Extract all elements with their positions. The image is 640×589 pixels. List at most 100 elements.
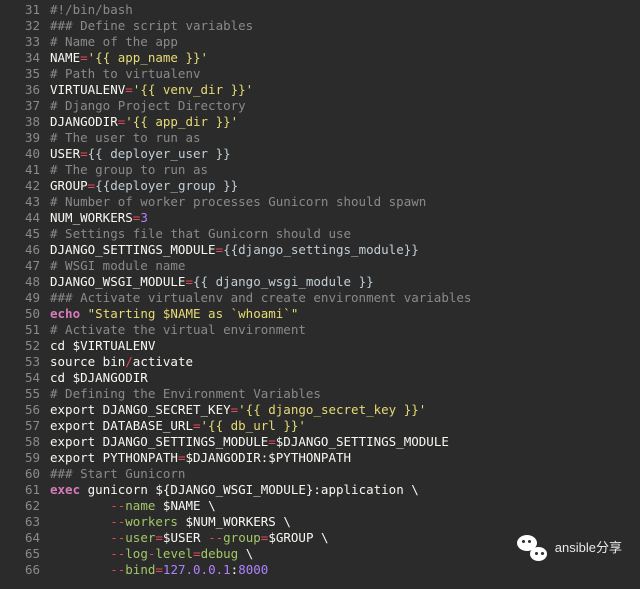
code-token: # The user to run as — [50, 130, 201, 145]
code-token: '{{ django_secret_key }}' — [238, 402, 426, 417]
line-number: 64 — [0, 530, 40, 546]
code-token: = — [268, 434, 276, 449]
code-token: ### Activate virtualenv and create envir… — [50, 290, 471, 305]
code-line: source bin/activate — [50, 354, 640, 370]
code-line: DJANGO_SETTINGS_MODULE={{django_settings… — [50, 242, 640, 258]
line-number: 36 — [0, 82, 40, 98]
code-token: bind — [125, 562, 155, 577]
code-line: # The group to run as — [50, 162, 640, 178]
code-token: # Number of worker processes Gunicorn sh… — [50, 194, 426, 209]
code-token — [50, 546, 110, 561]
line-number: 66 — [0, 562, 40, 578]
line-number: 52 — [0, 338, 40, 354]
code-token: # Django Project Directory — [50, 98, 246, 113]
code-token: VIRTUALENV — [50, 82, 125, 97]
code-token: = — [80, 50, 88, 65]
code-line: # Number of worker processes Gunicorn sh… — [50, 194, 640, 210]
code-line: --bind=127.0.0.1:8000 — [50, 562, 640, 578]
code-token: echo — [50, 306, 88, 321]
line-number: 48 — [0, 274, 40, 290]
code-token: # Activate the virtual environment — [50, 322, 306, 337]
code-line: #!/bin/bash — [50, 2, 640, 18]
code-line: # Path to virtualenv — [50, 66, 640, 82]
code-line: ### Activate virtualenv and create envir… — [50, 290, 640, 306]
code-token: -- — [110, 498, 125, 513]
code-token: NUM_WORKERS — [50, 210, 133, 225]
code-line: # Activate the virtual environment — [50, 322, 640, 338]
code-token: \ — [238, 546, 253, 561]
code-area: #!/bin/bash### Define script variables # … — [50, 2, 640, 578]
code-line: ### Define script variables — [50, 18, 640, 34]
code-token: = — [193, 418, 201, 433]
code-token: $NAME \ — [155, 498, 215, 513]
line-number: 62 — [0, 498, 40, 514]
code-token: $DJANGO_SETTINGS_MODULE — [276, 434, 449, 449]
line-number: 55 — [0, 386, 40, 402]
code-token: $NUM_WORKERS \ — [178, 514, 291, 529]
code-token: ### Define script variables — [50, 18, 253, 33]
line-number: 39 — [0, 130, 40, 146]
line-number: 45 — [0, 226, 40, 242]
code-token: = — [193, 546, 201, 561]
code-token: activate — [133, 354, 193, 369]
line-number: 49 — [0, 290, 40, 306]
code-editor: 3132333435363738394041424344454647484950… — [0, 0, 640, 578]
code-token: export DJANGO_SECRET_KEY — [50, 402, 231, 417]
code-token: # The group to run as — [50, 162, 208, 177]
line-number: 60 — [0, 466, 40, 482]
code-token: '{{ db_url }}' — [201, 418, 306, 433]
line-number: 56 — [0, 402, 40, 418]
code-token: '{{ app_dir }}' — [125, 114, 238, 129]
code-token: source bin — [50, 354, 125, 369]
code-token: ### Start Gunicorn — [50, 466, 185, 481]
code-line: --name $NAME \ — [50, 498, 640, 514]
line-number: 63 — [0, 514, 40, 530]
code-token: # Defining the Environment Variables — [50, 386, 321, 401]
code-token — [50, 498, 110, 513]
code-token: $USER — [163, 530, 208, 545]
code-token: = — [155, 562, 163, 577]
code-token: #!/bin/bash — [50, 2, 133, 17]
code-line: DJANGODIR='{{ app_dir }}' — [50, 114, 640, 130]
line-number-gutter: 3132333435363738394041424344454647484950… — [0, 2, 50, 578]
code-token: group — [223, 530, 261, 545]
code-token: workers — [125, 514, 178, 529]
code-line: USER={{ deployer_user }} — [50, 146, 640, 162]
code-token: $GROUP \ — [268, 530, 328, 545]
line-number: 44 — [0, 210, 40, 226]
code-token: exec — [50, 482, 88, 497]
code-line: NUM_WORKERS=3 — [50, 210, 640, 226]
code-token: log — [125, 546, 148, 561]
line-number: 61 — [0, 482, 40, 498]
code-token: # Settings file that Gunicorn should use — [50, 226, 351, 241]
code-token: cd $VIRTUALENV — [50, 338, 155, 353]
line-number: 33 — [0, 34, 40, 50]
code-token — [50, 514, 110, 529]
code-token: # Path to virtualenv — [50, 66, 201, 81]
wechat-watermark: ansible分享 — [517, 533, 622, 563]
code-line: # Settings file that Gunicorn should use — [50, 226, 640, 242]
line-number: 58 — [0, 434, 40, 450]
code-line: NAME='{{ app_name }}' — [50, 50, 640, 66]
line-number: 32 — [0, 18, 40, 34]
code-line: cd $VIRTUALENV — [50, 338, 640, 354]
line-number: 53 — [0, 354, 40, 370]
code-token: '{{ app_name }}' — [88, 50, 208, 65]
code-line: VIRTUALENV='{{ venv_dir }}' — [50, 82, 640, 98]
code-line: export DJANGO_SETTINGS_MODULE=$DJANGO_SE… — [50, 434, 640, 450]
code-token: = — [155, 530, 163, 545]
code-token: '{{ venv_dir }}' — [133, 82, 253, 97]
code-token: = — [216, 242, 224, 257]
code-line: # The user to run as — [50, 130, 640, 146]
code-token: export DATABASE_URL — [50, 418, 193, 433]
line-number: 57 — [0, 418, 40, 434]
line-number: 54 — [0, 370, 40, 386]
wechat-label: ansible分享 — [555, 540, 622, 556]
code-line: GROUP={{deployer_group }} — [50, 178, 640, 194]
code-token: level — [155, 546, 193, 561]
code-token: = — [125, 82, 133, 97]
code-token: "Starting $NAME as `whoami`" — [88, 306, 299, 321]
code-line: DJANGO_WSGI_MODULE={{ django_wsgi_module… — [50, 274, 640, 290]
line-number: 41 — [0, 162, 40, 178]
wechat-icon — [517, 533, 547, 563]
